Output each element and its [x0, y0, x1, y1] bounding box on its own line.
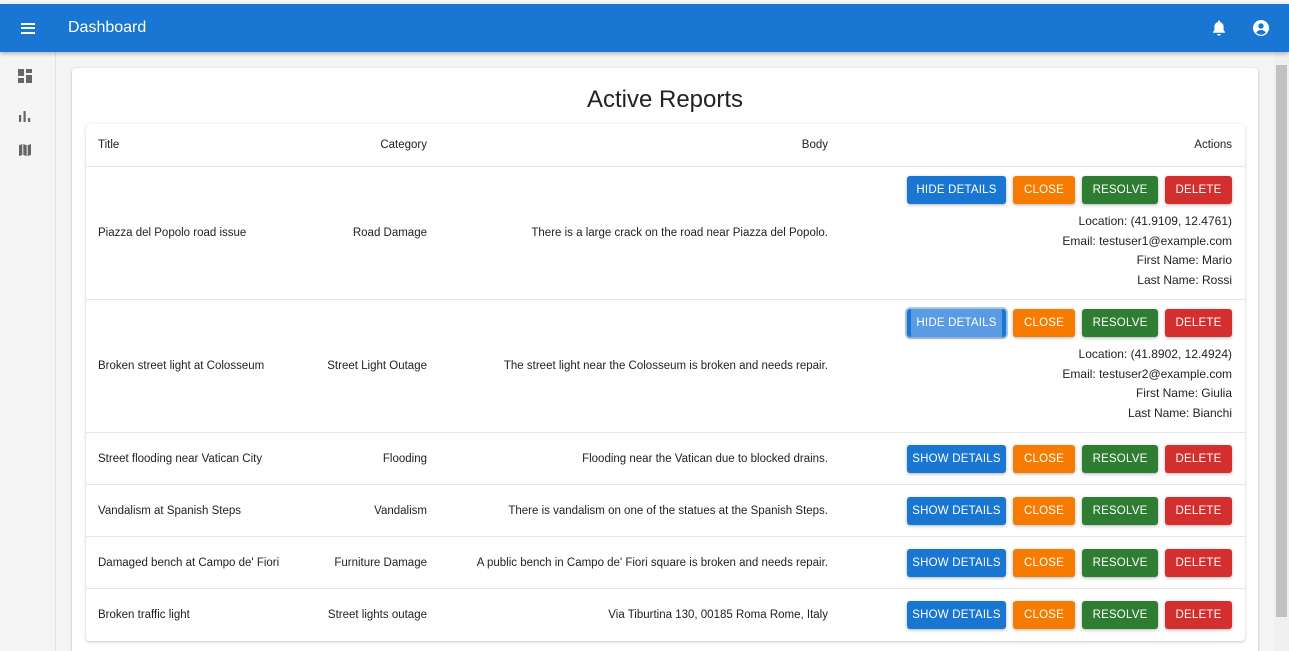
table-row: Damaged bench at Campo de' Fiori Furnitu…	[86, 537, 1245, 589]
show-details-button[interactable]: Show Details	[907, 601, 1006, 629]
hide-details-button[interactable]: Hide Details	[907, 309, 1006, 337]
account-circle-icon	[1253, 20, 1269, 36]
resolve-button[interactable]: Resolve	[1082, 548, 1158, 577]
detail-first-name: First Name: Giulia	[1135, 386, 1232, 400]
resolve-button[interactable]: Resolve	[1082, 444, 1158, 473]
resolve-button[interactable]: Resolve	[1082, 176, 1158, 204]
report-actions: Show Details Close Resolve Delete	[828, 548, 1232, 577]
scrollbar-thumb[interactable]	[1276, 65, 1287, 617]
bar-chart-icon	[19, 111, 31, 122]
main-content: Active Reports Title Category Body Actio…	[56, 52, 1274, 651]
detail-email: Email: testuser1@example.com	[1062, 233, 1232, 248]
table-row: Street flooding near Vatican City Floodi…	[86, 433, 1245, 485]
report-title: Broken traffic light	[98, 609, 190, 621]
detail-email: Email: testuser2@example.com	[1062, 366, 1232, 381]
bell-icon	[1213, 20, 1225, 36]
reports-card: Active Reports Title Category Body Actio…	[72, 68, 1258, 651]
delete-button[interactable]: Delete	[1165, 496, 1232, 525]
report-title: Damaged bench at Campo de' Fiori	[98, 556, 280, 569]
close-button[interactable]: Close	[1013, 444, 1075, 473]
report-actions: Show Details Close Resolve Delete	[828, 496, 1232, 525]
close-button[interactable]: Close	[1013, 496, 1075, 525]
column-header-title: Title	[98, 139, 120, 151]
detail-last-name: Last Name: Rossi	[1137, 272, 1232, 287]
resolve-button[interactable]: Resolve	[1082, 309, 1158, 337]
close-button[interactable]: Close	[1013, 548, 1075, 577]
detail-location: Location: (41.8902, 12.4924)	[1078, 347, 1232, 361]
sidebar-item-charts[interactable]	[15, 106, 35, 126]
report-body: A public bench in Campo de' Fiori square…	[476, 556, 828, 569]
report-title: Vandalism at Spanish Steps	[98, 504, 241, 517]
report-title: Street flooding near Vatican City	[98, 452, 263, 465]
report-body: Via Tiburtina 130, 00185 Roma Rome, Ital…	[608, 609, 828, 621]
table-row: Broken street light at Colosseum Street …	[86, 300, 1245, 433]
report-title: Piazza del Popolo road issue	[98, 227, 247, 239]
close-button[interactable]: Close	[1013, 601, 1075, 629]
report-category: Street lights outage	[327, 609, 427, 621]
delete-button[interactable]: Delete	[1165, 309, 1232, 337]
report-actions: Hide Details Close Resolve Delete Locati…	[828, 176, 1232, 290]
delete-button[interactable]: Delete	[1165, 444, 1232, 473]
report-actions: Show Details Close Resolve Delete	[828, 444, 1232, 473]
show-details-button[interactable]: Show Details	[907, 496, 1006, 525]
report-details: Location: (41.8902, 12.4924) Email: test…	[1062, 345, 1232, 423]
resolve-button[interactable]: Resolve	[1082, 496, 1158, 525]
delete-button[interactable]: Delete	[1165, 176, 1232, 204]
report-category: Vandalism	[374, 504, 427, 517]
app-title: Dashboard	[68, 19, 147, 36]
sidebar-item-dashboard[interactable]	[15, 66, 35, 86]
dashboard-icon	[18, 69, 32, 83]
table-row: Piazza del Popolo road issue Road Damage…	[86, 167, 1245, 300]
show-details-button[interactable]: Show Details	[907, 444, 1006, 473]
report-category: Street Light Outage	[327, 360, 427, 372]
detail-first-name: First Name: Mario	[1136, 253, 1232, 267]
resolve-button[interactable]: Resolve	[1082, 601, 1158, 629]
delete-button[interactable]: Delete	[1165, 601, 1232, 629]
table-header-row: Title Category Body Actions	[86, 124, 1245, 167]
report-category: Flooding	[382, 452, 427, 465]
detail-last-name: Last Name: Bianchi	[1127, 405, 1232, 420]
vertical-scrollbar[interactable]	[1274, 52, 1289, 651]
table-row: Vandalism at Spanish Steps Vandalism The…	[86, 485, 1245, 537]
report-actions: Show Details Close Resolve Delete	[828, 601, 1232, 629]
detail-location: Location: (41.9109, 12.4761)	[1078, 214, 1232, 228]
report-title: Broken street light at Colosseum	[98, 360, 265, 372]
menu-button[interactable]	[0, 4, 56, 52]
notifications-button[interactable]	[1209, 18, 1229, 38]
page-title: Active Reports	[586, 86, 744, 113]
report-details: Location: (41.9109, 12.4761) Email: test…	[1062, 212, 1232, 290]
app-bar: Dashboard	[0, 4, 1289, 52]
map-icon	[19, 143, 31, 157]
close-button[interactable]: Close	[1013, 309, 1075, 337]
column-header-body: Body	[801, 139, 828, 151]
report-category: Furniture Damage	[334, 556, 427, 569]
table-row: Broken traffic light Street lights outag…	[86, 589, 1245, 641]
reports-table: Title Category Body Actions Piazza del P…	[86, 124, 1245, 641]
sidebar	[0, 52, 56, 651]
report-body: Flooding near the Vatican due to blocked…	[582, 452, 828, 465]
sidebar-item-map[interactable]	[15, 140, 35, 160]
close-button[interactable]: Close	[1013, 176, 1075, 204]
column-header-actions: Actions	[1194, 139, 1232, 151]
delete-button[interactable]: Delete	[1165, 548, 1232, 577]
hide-details-button[interactable]: Hide Details	[907, 176, 1006, 204]
report-actions: Hide Details Close Resolve Delete Locati…	[828, 309, 1232, 423]
report-body: There is vandalism on one of the statues…	[508, 504, 828, 517]
show-details-button[interactable]: Show Details	[907, 548, 1006, 577]
account-button[interactable]	[1251, 18, 1271, 38]
report-body: There is a large crack on the road near …	[531, 227, 828, 239]
column-header-category: Category	[380, 139, 427, 151]
report-body: The street light near the Colosseum is b…	[503, 360, 828, 372]
menu-icon	[21, 22, 35, 34]
report-category: Road Damage	[352, 227, 427, 239]
